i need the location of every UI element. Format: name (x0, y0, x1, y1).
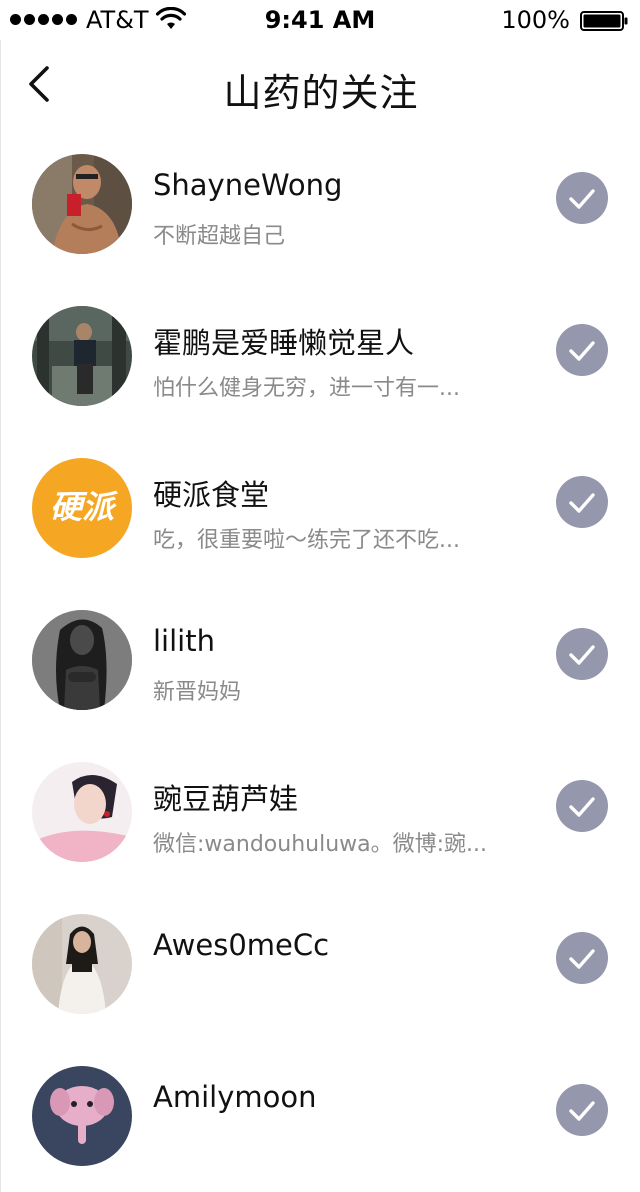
checkmark-icon (569, 1101, 595, 1121)
list-item[interactable]: lilith 新晋妈妈 (1, 584, 640, 736)
user-name[interactable]: lilith (153, 624, 215, 658)
avatar[interactable] (32, 610, 132, 710)
page-title: 山药的关注 (223, 71, 419, 115)
user-bio: 微信:wandouhuluwa。微博:豌... (153, 832, 488, 857)
list-item[interactable]: Awes0meCc (1, 888, 640, 1040)
nav-bar: 山药的关注 (0, 40, 640, 128)
user-name[interactable]: 豌豆葫芦娃 (153, 776, 298, 818)
user-name[interactable]: 硬派食堂 (153, 472, 269, 514)
checkmark-icon (569, 797, 595, 817)
following-list: ShayneWong 不断超越自己 霍鹏是爱睡懒觉星人 怕什么健身无穷，进一寸有… (0, 128, 640, 1192)
avatar[interactable] (32, 306, 132, 406)
list-item[interactable]: 霍鹏是爱睡懒觉星人 怕什么健身无穷，进一寸有一... (1, 280, 640, 432)
checkmark-icon (569, 341, 595, 361)
avatar[interactable] (32, 762, 132, 862)
user-name[interactable]: ShayneWong (153, 168, 342, 202)
status-bar: AT&T 9:41 AM 100% (0, 0, 640, 40)
list-item[interactable]: Amilymoon (1, 1040, 640, 1192)
list-item[interactable]: 硬派 硬派食堂 吃，很重要啦～练完了还不吃... (1, 432, 640, 584)
user-name[interactable]: Amilymoon (153, 1080, 316, 1114)
following-check-button[interactable] (556, 1084, 608, 1136)
user-bio: 怕什么健身无穷，进一寸有一... (153, 376, 460, 401)
avatar[interactable] (32, 154, 132, 254)
following-check-button[interactable] (556, 932, 608, 984)
avatar[interactable]: 硬派 (32, 458, 132, 558)
battery-icon (580, 11, 628, 31)
user-name[interactable]: Awes0meCc (153, 928, 329, 962)
user-bio: 吃，很重要啦～练完了还不吃... (153, 528, 460, 553)
checkmark-icon (569, 189, 595, 209)
checkmark-icon (569, 949, 595, 969)
avatar[interactable] (32, 914, 132, 1014)
following-check-button[interactable] (556, 628, 608, 680)
brand-logo-text: 硬派 (50, 488, 119, 526)
avatar[interactable] (32, 1066, 132, 1166)
user-bio: 不断超越自己 (153, 224, 286, 249)
checkmark-icon (569, 493, 595, 513)
following-check-button[interactable] (556, 780, 608, 832)
following-check-button[interactable] (556, 172, 608, 224)
list-item[interactable]: ShayneWong 不断超越自己 (1, 128, 640, 280)
list-item[interactable]: 豌豆葫芦娃 微信:wandouhuluwa。微博:豌... (1, 736, 640, 888)
battery-percentage: 100% (501, 6, 570, 34)
following-check-button[interactable] (556, 324, 608, 376)
user-name[interactable]: 霍鹏是爱睡懒觉星人 (153, 320, 414, 362)
user-bio: 新晋妈妈 (153, 680, 242, 705)
following-check-button[interactable] (556, 476, 608, 528)
checkmark-icon (569, 645, 595, 665)
